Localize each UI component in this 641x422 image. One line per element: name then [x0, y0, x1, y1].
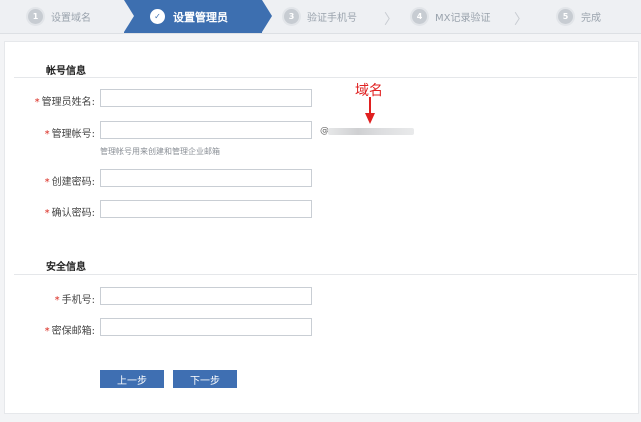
step-3: 3 验证手机号 — [284, 0, 357, 33]
step-4-label: MX记录验证 — [435, 13, 491, 24]
domain-text-blurred — [328, 128, 414, 135]
step-5: 5 完成 — [558, 0, 601, 33]
confirm-password-label: * 确认密码: — [44, 208, 95, 219]
step-5-number: 5 — [558, 9, 573, 24]
confirm-password-input[interactable] — [100, 200, 312, 218]
step-2-check-icon: ✓ — [150, 9, 165, 24]
phone-input[interactable] — [100, 287, 312, 305]
step-3-label: 验证手机号 — [307, 13, 357, 24]
next-step-button[interactable]: 下一步 — [173, 370, 237, 388]
step-bar: 1 设置域名 ✓ 设置管理员 3 验证手机号 〉 4 MX记录验证 〉 5 完成 — [0, 0, 641, 34]
step-4-number: 4 — [412, 9, 427, 24]
step-2-label: 设置管理员 — [173, 10, 228, 24]
prev-step-button[interactable]: 上一步 — [100, 370, 164, 388]
step-3-number: 3 — [284, 9, 299, 24]
section-title-account: 帐号信息 — [46, 66, 86, 77]
account-hint: 管理帐号用来创建和管理企业邮箱 — [100, 147, 220, 156]
admin-account-input[interactable] — [100, 121, 312, 139]
security-email-label: * 密保邮箱: — [44, 326, 95, 337]
admin-name-label: * 管理员姓名: — [34, 97, 95, 108]
step-arrow — [262, 0, 272, 32]
step-1-number: 1 — [28, 9, 43, 24]
security-email-input[interactable] — [100, 318, 312, 336]
annotation-arrow-icon — [365, 97, 375, 124]
step-divider — [124, 0, 134, 32]
step-1-label: 设置域名 — [51, 13, 91, 24]
step-2-active: ✓ 设置管理员 — [124, 0, 262, 33]
step-1: 1 设置域名 — [28, 0, 91, 33]
admin-name-input[interactable] — [100, 89, 312, 107]
section-title-security: 安全信息 — [46, 262, 86, 273]
create-password-input[interactable] — [100, 169, 312, 187]
step-5-label: 完成 — [581, 13, 601, 24]
chevron-right-icon: 〉 — [514, 12, 528, 28]
chevron-right-icon: 〉 — [384, 12, 398, 28]
divider — [14, 274, 637, 275]
admin-account-label: * 管理帐号: — [44, 129, 95, 140]
divider — [14, 77, 637, 78]
step-4: 4 MX记录验证 — [412, 0, 490, 33]
phone-label: * 手机号: — [54, 295, 95, 306]
create-password-label: * 创建密码: — [44, 177, 95, 188]
